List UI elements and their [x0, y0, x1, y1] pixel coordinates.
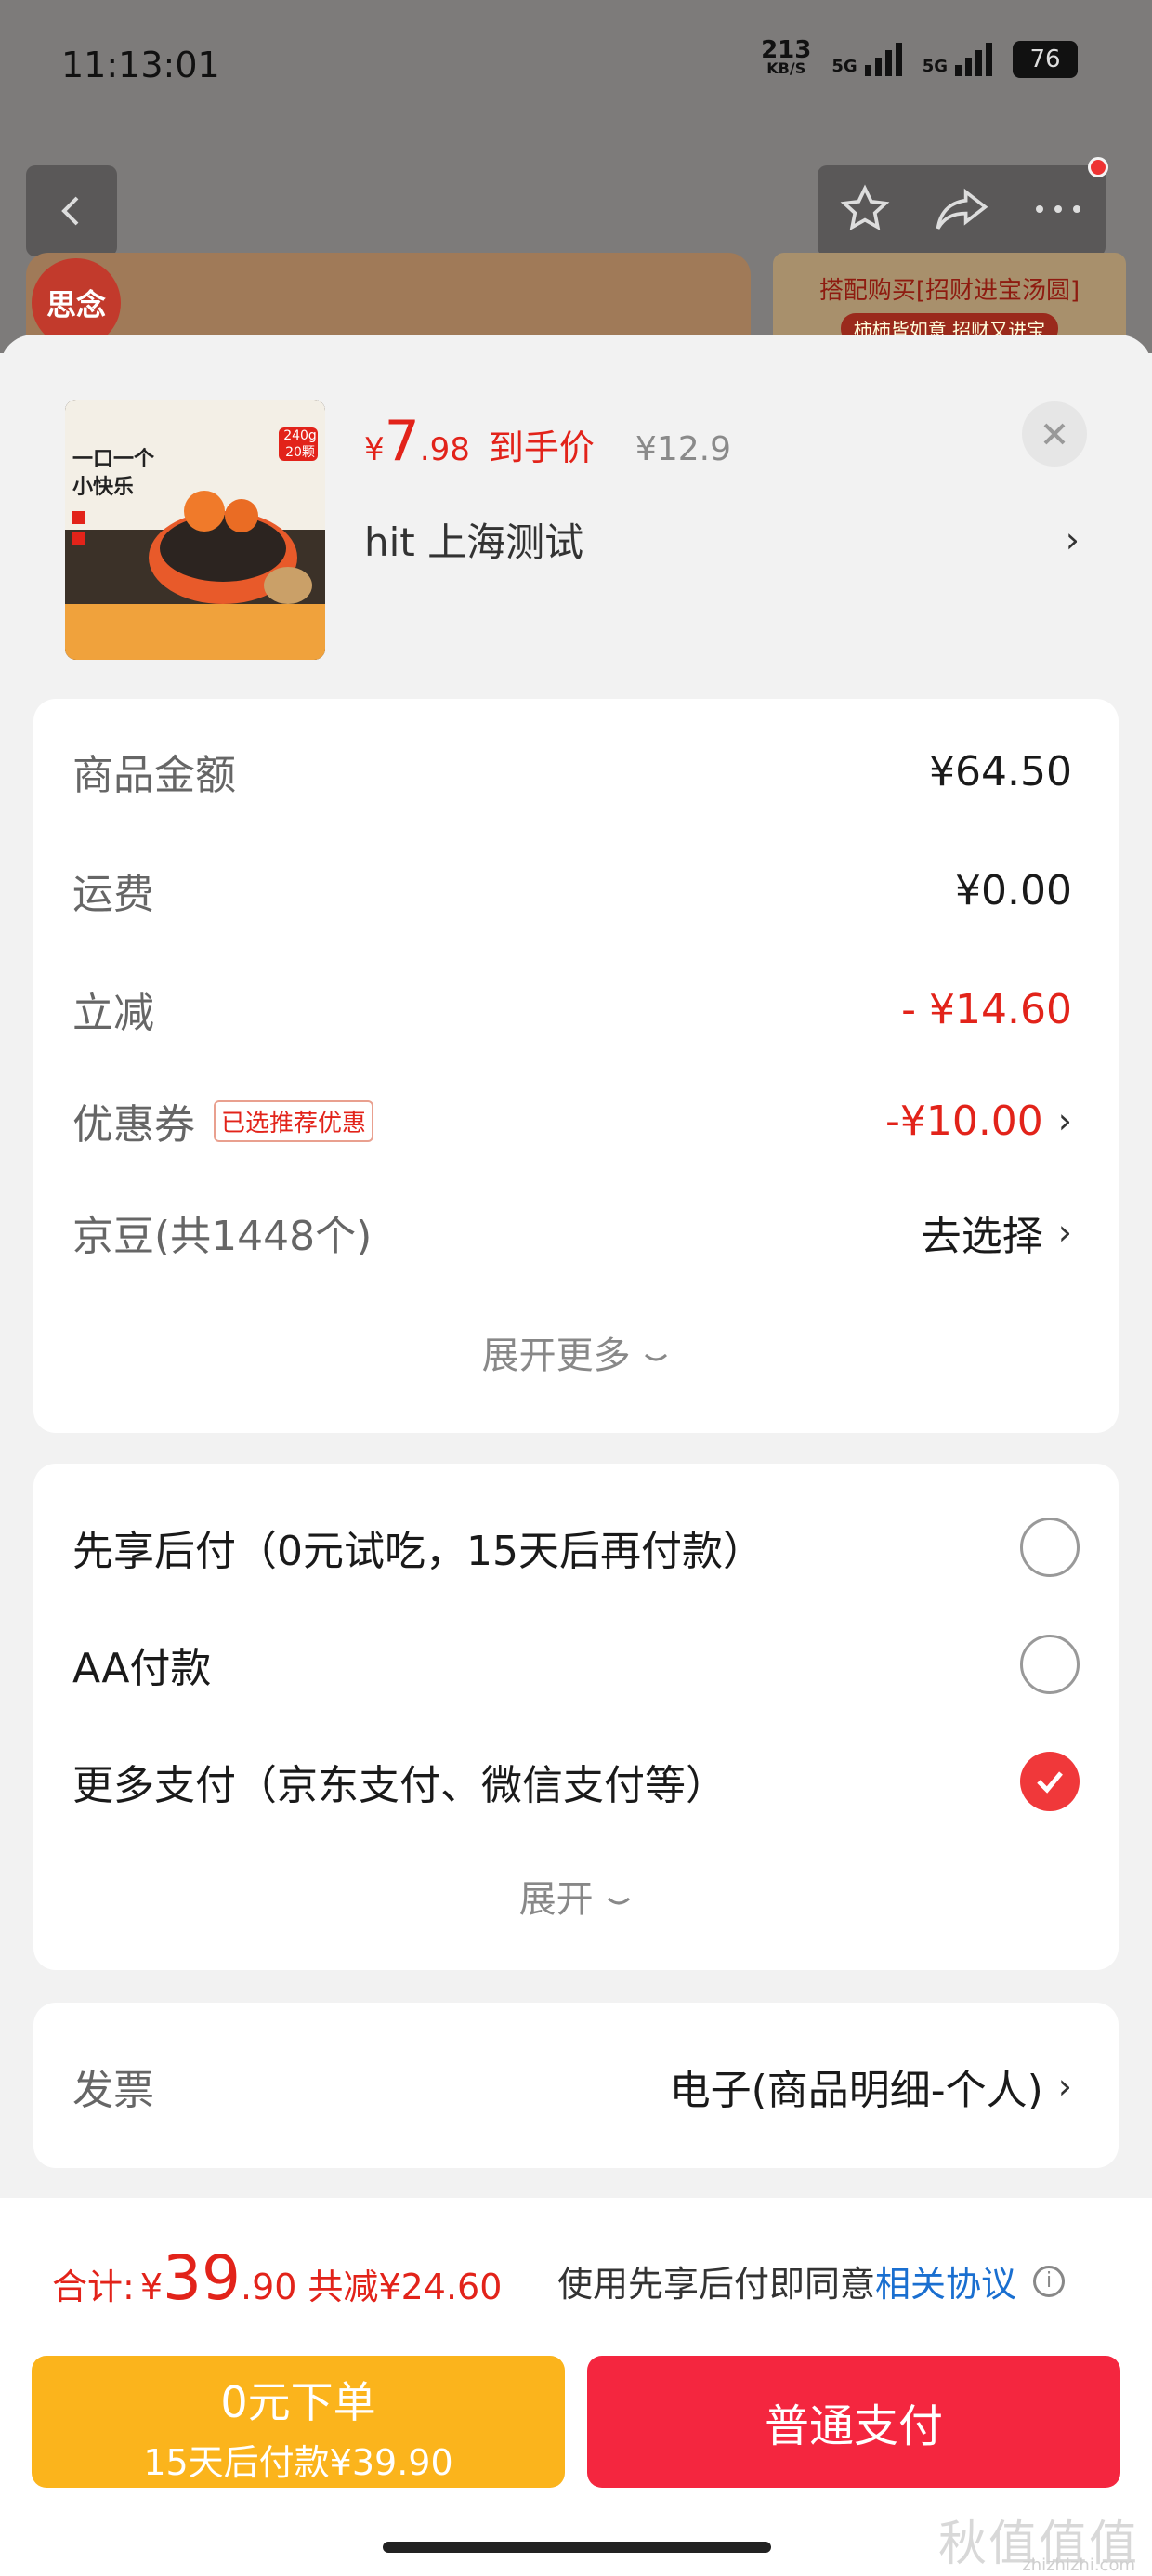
star-icon[interactable] — [839, 183, 891, 239]
chevron-down-icon — [608, 1897, 631, 1905]
invoice-card[interactable]: 发票 电子(商品明细-个人) › — [33, 2003, 1119, 2168]
coupon-badge: 已选推荐优惠 — [214, 1099, 374, 1142]
status-bar: 11:13:01 213 KB/S 5G 5G 76 — [0, 0, 1152, 139]
product-banner: 思念 — [26, 253, 751, 348]
summary-row-coupon[interactable]: 优惠券 已选推荐优惠 -¥10.00 › — [72, 1084, 1072, 1158]
chevron-right-icon: › — [1057, 1100, 1072, 1141]
price-row: ¥ 7 .98 到手价 ¥12.9 — [364, 409, 731, 474]
checkout-footer: 合计: ¥ 39 .90 共减¥24.60 使用先享后付即同意 相关协议 i 0… — [0, 2198, 1152, 2576]
payment-options-card: 先享后付（0元试吃，15天后再付款） AA付款 更多支付（京东支付、微信支付等）… — [33, 1464, 1119, 1970]
radio-aa[interactable] — [1020, 1635, 1080, 1694]
total-price: 合计: ¥ 39 .90 共减¥24.60 — [52, 2242, 503, 2314]
original-price: ¥12.9 — [635, 430, 731, 468]
agreement-link[interactable]: 相关协议 — [875, 2255, 1016, 2307]
product-image-caption: 一口一个 小快乐 — [72, 448, 155, 499]
signal-icon: 5G — [831, 43, 902, 76]
notification-dot — [1088, 157, 1108, 177]
more-icon[interactable] — [1032, 157, 1108, 222]
close-icon — [1043, 423, 1066, 445]
share-icon[interactable] — [934, 183, 989, 239]
payment-option-aa[interactable]: AA付款 — [72, 1627, 1080, 1702]
final-price: 7 — [384, 409, 420, 474]
signal-icon: 5G — [923, 43, 992, 76]
nav-actions — [818, 157, 1108, 256]
status-time: 11:13:01 — [61, 45, 220, 85]
expand-more-button[interactable]: 展开更多 — [33, 1325, 1119, 1379]
price-tag: 到手价 — [488, 427, 595, 468]
watermark-url: zhizhizhi.com — [1022, 2556, 1135, 2575]
promo-banner: 搭配购买[招财进宝汤圆] 柿柿皆如意 招财又进宝 — [773, 253, 1126, 346]
expand-payment-button[interactable]: 展开 — [33, 1869, 1119, 1923]
agreement-text: 使用先享后付即同意 相关协议 i — [557, 2255, 1066, 2307]
checkmark-icon — [1037, 1771, 1063, 1794]
chevron-right-icon: › — [1057, 1212, 1072, 1253]
normal-pay-button[interactable]: 普通支付 — [587, 2356, 1120, 2488]
close-button[interactable] — [1022, 401, 1087, 467]
address-text: hit 上海测试 — [364, 519, 584, 565]
price-summary-card: 商品金额 ¥64.50 运费 ¥0.00 立减 - ¥14.60 优惠券 已选推… — [33, 699, 1119, 1433]
chevron-right-icon: › — [1065, 519, 1080, 560]
battery-icon: 76 — [1013, 41, 1078, 78]
address-row[interactable]: hit 上海测试 › — [364, 511, 1080, 568]
net-speed: 213 KB/S — [761, 36, 812, 77]
payment-option-bnpl[interactable]: 先享后付（0元试吃，15天后再付款） — [72, 1510, 1080, 1584]
summary-row-discount: 立减 - ¥14.60 — [72, 985, 1072, 1038]
total-saved: 共减¥24.60 — [308, 2267, 503, 2307]
invoice-row[interactable]: 发票 电子(商品明细-个人) › — [72, 2049, 1072, 2123]
background-page: 11:13:01 213 KB/S 5G 5G 76 思念 搭配购买[招财进宝汤… — [0, 0, 1152, 353]
radio-bnpl[interactable] — [1020, 1518, 1080, 1577]
home-indicator — [383, 2542, 771, 2553]
chevron-right-icon: › — [1057, 2066, 1072, 2107]
summary-row-jingdou[interactable]: 京豆(共1448个) 去选择 › — [72, 1195, 1072, 1269]
chevron-down-icon — [645, 1353, 668, 1361]
chevron-left-icon — [61, 196, 79, 226]
summary-row-shipping: 运费 ¥0.00 — [72, 866, 1072, 919]
product-image: 一口一个 小快乐 240g 20颗 — [65, 400, 325, 660]
info-icon[interactable]: i — [1033, 2265, 1066, 2297]
bnpl-order-button[interactable]: 0元下单 15天后付款¥39.90 — [32, 2356, 565, 2488]
back-button[interactable] — [26, 165, 117, 256]
summary-row-goods: 商品金额 ¥64.50 — [72, 747, 1072, 800]
radio-more-selected[interactable] — [1020, 1752, 1080, 1811]
product-image-badge: 240g 20颗 — [283, 428, 317, 460]
payment-option-more[interactable]: 更多支付（京东支付、微信支付等） — [72, 1744, 1080, 1819]
